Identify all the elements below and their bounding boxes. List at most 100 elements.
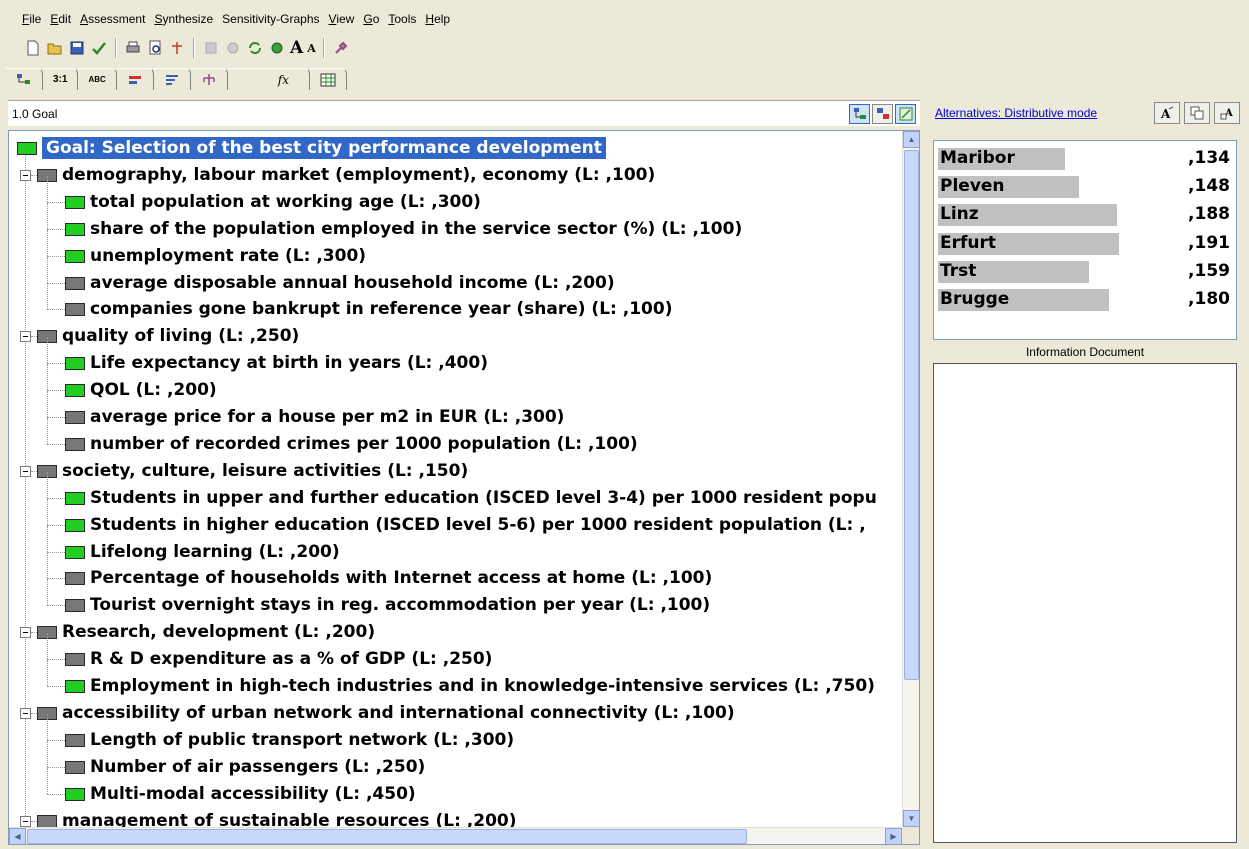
alternative-priority-value: ,180 (1188, 289, 1230, 309)
subobjective-node[interactable]: QOL (L: ,200) (9, 364, 902, 403)
add-alternative-button[interactable]: A (1214, 102, 1240, 124)
check-icon[interactable] (90, 39, 108, 57)
objective-node[interactable]: Research, development (L: ,200) (9, 619, 902, 645)
subobjective-node[interactable]: Number of air passengers (L: ,250) (9, 740, 902, 780)
goal-view-button[interactable] (895, 104, 916, 124)
node-label: Tourist overnight stays in reg. accommod… (90, 595, 711, 616)
tree-connector (47, 390, 65, 392)
alternatives-mode-link[interactable]: Alternatives: Distributive mode (928, 106, 1097, 120)
priority-indicator-icon (65, 760, 85, 774)
tab-pairwise-numerical[interactable]: 3:1 (43, 68, 79, 90)
tree-connector (47, 256, 48, 283)
subobjective-node[interactable]: companies gone bankrupt in reference yea… (9, 283, 902, 322)
node-label: Length of public transport network (L: ,… (90, 729, 515, 750)
objective-node[interactable]: society, culture, leisure activities (L:… (9, 458, 902, 484)
menu-item-sensitivity-graphs[interactable]: Sensitivity-Graphs (222, 12, 319, 26)
tree-connector (47, 579, 48, 606)
subobjective-node[interactable]: Students in upper and further education … (9, 471, 902, 511)
cluster-view-button[interactable] (872, 104, 893, 124)
menu-item-file[interactable]: File (22, 12, 41, 26)
collapse-toggle-icon[interactable] (20, 815, 31, 827)
goal-node[interactable]: Goal: Selection of the best city perform… (9, 135, 902, 161)
menu-item-assessment[interactable]: Assessment (80, 12, 145, 26)
tree-connector (47, 337, 48, 364)
menu-item-tools[interactable]: Tools (388, 12, 416, 26)
font-smaller-icon[interactable]: A (307, 42, 316, 55)
print-icon[interactable] (124, 39, 142, 57)
node-label: Employment in high-tech industries and i… (90, 676, 875, 696)
tab-data-grid[interactable] (310, 68, 348, 90)
alternative-row[interactable]: Brugge ,180 (938, 287, 1232, 311)
tab-pairwise-graphical[interactable] (116, 68, 154, 90)
edit-alternatives-button[interactable]: A (1154, 102, 1180, 124)
objective-node[interactable]: quality of living (L: ,250) (9, 323, 902, 349)
subobjective-node[interactable]: Length of public transport network (L: ,… (9, 713, 902, 753)
subobjective-node[interactable]: Lifelong learning (L: ,200) (9, 525, 902, 565)
priority-indicator-icon (65, 733, 85, 747)
subobjective-node[interactable]: Students in higher education (ISCED leve… (9, 498, 902, 538)
collapse-toggle-icon[interactable] (20, 707, 31, 719)
scroll-left-button[interactable]: ◀ (9, 828, 26, 844)
tree-connector (47, 391, 48, 417)
subobjective-node[interactable]: average price for a house per m2 in EUR … (9, 391, 902, 430)
menu-item-view[interactable]: View (329, 12, 355, 26)
alternative-name: Erfurt (940, 232, 997, 253)
subobjective-node[interactable]: Tourist overnight stays in reg. accommod… (9, 579, 902, 618)
tree-connector (47, 552, 48, 579)
tools-icon[interactable] (332, 39, 350, 57)
scroll-right-button[interactable]: ▶ (885, 828, 902, 844)
subobjective-node[interactable]: R & D expenditure as a % of GDP (L: ,250… (9, 633, 902, 672)
recalculate-icon[interactable] (268, 39, 286, 57)
tab-formula[interactable]: fx (227, 68, 311, 90)
collapse-toggle-icon[interactable] (20, 169, 31, 181)
subobjective-node[interactable]: average disposable annual household inco… (9, 256, 902, 296)
alternative-row[interactable]: Linz ,188 (938, 202, 1232, 227)
alternative-row[interactable]: Erfurt ,191 (938, 231, 1232, 255)
node-label: R & D expenditure as a % of GDP (L: ,250… (90, 649, 493, 670)
tree-view-button[interactable] (849, 104, 870, 124)
information-document-area[interactable] (933, 363, 1237, 843)
objective-node[interactable]: accessibility of urban network and inter… (9, 700, 902, 726)
tree-connector (47, 309, 65, 311)
menu-item-edit[interactable]: Edit (50, 12, 71, 26)
new-file-icon[interactable] (24, 39, 42, 57)
subobjective-node[interactable]: total population at working age (L: ,300… (9, 175, 902, 215)
collapse-toggle-icon[interactable] (20, 331, 31, 343)
alternative-row[interactable]: Maribor ,134 (938, 146, 1232, 170)
subobjective-node[interactable]: Life expectancy at birth in years (L: ,4… (9, 337, 902, 376)
tab-tree-view[interactable] (6, 68, 43, 90)
horizontal-scrollbar[interactable]: ◀ ▶ (9, 827, 902, 844)
save-icon[interactable] (68, 39, 86, 57)
alternative-row[interactable]: Trst ,159 (938, 259, 1232, 283)
subobjective-node[interactable]: share of the population employed in the … (9, 202, 902, 242)
subobjective-node[interactable]: number of recorded crimes per 1000 popul… (9, 417, 902, 457)
open-folder-icon[interactable] (46, 39, 64, 57)
tab-priorities[interactable] (153, 68, 191, 90)
node-label: total population at working age (L: ,300… (90, 191, 481, 212)
refresh-icon[interactable] (246, 39, 264, 57)
horizontal-scroll-thumb[interactable] (27, 829, 747, 844)
menu-item-help[interactable]: Help (425, 12, 450, 26)
vertical-scroll-thumb[interactable] (904, 150, 919, 680)
scroll-up-button[interactable]: ▲ (903, 131, 919, 148)
subobjective-node[interactable]: Multi-modal accessibility (L: ,450) (9, 767, 902, 807)
vertical-scrollbar[interactable]: ▲ ▼ (902, 131, 919, 827)
subobjective-node[interactable]: unemployment rate (L: ,300) (9, 229, 902, 269)
subobjective-node[interactable]: Percentage of households with Internet a… (9, 552, 902, 591)
copy-alternatives-button[interactable] (1184, 102, 1210, 124)
menu-item-go[interactable]: Go (363, 12, 379, 26)
menu-item-synthesize[interactable]: Synthesize (154, 12, 213, 26)
alternative-row[interactable]: Pleven ,148 (938, 174, 1232, 199)
objective-node[interactable]: management of sustainable resources (L: … (9, 808, 902, 827)
tab-pairwise-verbal[interactable]: ABC (78, 68, 117, 90)
font-larger-icon[interactable]: A (290, 38, 303, 58)
collapse-toggle-icon[interactable] (20, 627, 31, 639)
tab-hierarchy[interactable] (190, 68, 228, 90)
collapse-toggle-icon[interactable] (20, 465, 31, 477)
objective-node[interactable]: demography, labour market (employment), … (9, 162, 902, 188)
scroll-down-button[interactable]: ▼ (903, 810, 919, 827)
tree-icon (853, 108, 866, 119)
tree-structure-icon[interactable] (168, 39, 186, 57)
print-preview-icon[interactable] (146, 39, 164, 57)
subobjective-node[interactable]: Employment in high-tech industries and i… (9, 660, 902, 699)
